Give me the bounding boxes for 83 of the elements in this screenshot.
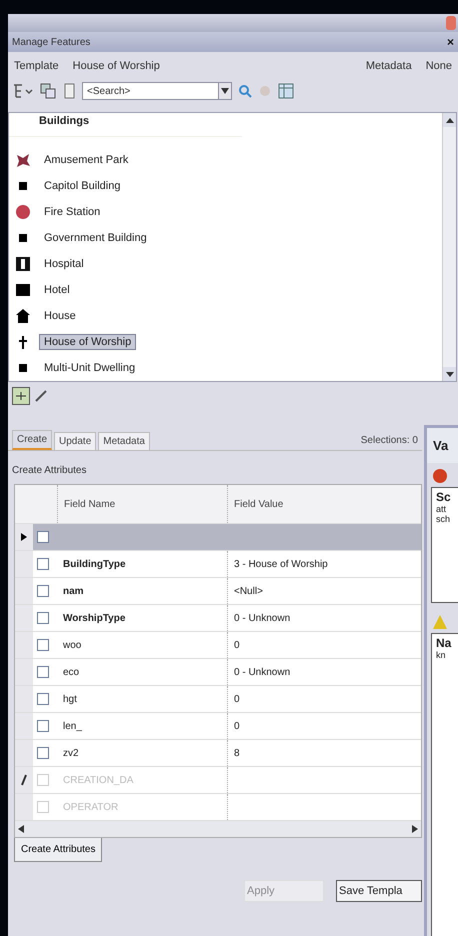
checkbox[interactable] [37, 693, 49, 705]
feature-item[interactable]: Capitol Building [39, 178, 126, 194]
pencil-icon [20, 774, 28, 786]
error-icon [433, 469, 447, 483]
checkbox[interactable] [37, 585, 49, 597]
feature-item[interactable]: Fire Station [39, 204, 106, 220]
scroll-right-icon[interactable] [412, 825, 418, 833]
checkbox[interactable] [37, 531, 49, 543]
dropdown-button[interactable] [218, 82, 232, 100]
house-icon [15, 308, 31, 324]
save-button[interactable]: Save Templa [336, 880, 422, 902]
field-name: WorshipType [62, 612, 126, 624]
checkbox[interactable] [37, 612, 49, 624]
horizontal-scrollbar[interactable] [15, 821, 421, 837]
field-value[interactable]: 3 - House of Worship [227, 551, 421, 577]
field-value[interactable]: 0 - Unknown [227, 659, 421, 685]
field-name: CREATION_DA [62, 774, 134, 786]
section-title: Create Attributes [11, 464, 88, 478]
field-name: zv2 [62, 748, 80, 758]
template-value: House of Worship [72, 60, 160, 72]
checkbox[interactable] [37, 720, 49, 732]
caret-icon [221, 88, 229, 94]
create-attributes-tab[interactable]: Create Attributes [14, 838, 102, 862]
table-icon[interactable] [278, 83, 294, 99]
selections-count: Selections: 0 [360, 435, 418, 448]
feature-item[interactable]: Hotel [39, 282, 75, 298]
document-icon[interactable] [62, 83, 76, 99]
fire-station-icon [15, 204, 31, 220]
checkbox[interactable] [37, 639, 49, 651]
field-name: OPERATOR [62, 802, 120, 812]
message-text: Na [436, 636, 452, 650]
scroll-down-icon[interactable] [446, 372, 454, 376]
column-header: Field Value [227, 485, 421, 523]
tab[interactable]: Metadata [98, 432, 150, 450]
scroll-left-icon[interactable] [18, 825, 24, 833]
current-row-icon [21, 533, 27, 541]
feature-item[interactable]: Hospital [39, 256, 89, 272]
field-name: BuildingType [62, 558, 127, 570]
close-button[interactable]: × [446, 35, 454, 49]
checkbox[interactable] [37, 666, 49, 678]
hotel-icon [15, 282, 31, 298]
metadata-value: None [426, 60, 452, 72]
field-name: len_ [62, 720, 83, 732]
feature-item[interactable]: House [39, 308, 81, 324]
message-text: sch [436, 514, 452, 524]
field-value[interactable]: 0 [227, 713, 421, 739]
field-value[interactable]: 0 - Unknown [227, 605, 421, 631]
message-text: att [436, 504, 448, 514]
field-value[interactable]: 8 [227, 740, 421, 766]
field-value[interactable]: 0 [227, 686, 421, 712]
tab[interactable]: Create [12, 430, 52, 450]
feature-item[interactable]: House of Worship [39, 334, 136, 350]
dialog-title: Va [427, 428, 458, 463]
checkbox[interactable] [37, 747, 49, 759]
warning-icon [433, 615, 447, 629]
field-name: nam [62, 586, 85, 596]
layers-icon[interactable] [40, 83, 56, 99]
grid-icon[interactable] [12, 387, 30, 405]
field-value[interactable]: 0 [227, 632, 421, 658]
field-name: eco [62, 666, 80, 678]
checkbox[interactable] [37, 558, 49, 570]
feature-item[interactable]: Multi-Unit Dwelling [39, 360, 140, 376]
pencil-icon[interactable] [34, 389, 48, 403]
template-label: Template [14, 60, 59, 72]
metadata-label: Metadata [366, 60, 412, 72]
search-field[interactable]: <Search> [82, 82, 218, 100]
scrollbar[interactable] [442, 113, 456, 381]
tab[interactable]: Update [54, 432, 96, 450]
scroll-up-icon[interactable] [446, 118, 454, 122]
search-icon[interactable] [238, 83, 252, 99]
window-title: Manage Features [12, 36, 90, 48]
field-value[interactable]: <Null> [227, 578, 421, 604]
message-text: kn [436, 650, 447, 660]
row-selector[interactable] [15, 524, 33, 550]
hospital-icon [15, 256, 31, 272]
field-name: hgt [62, 694, 78, 704]
feature-item[interactable]: Government Building [39, 230, 152, 246]
group-header: Buildings [9, 113, 242, 138]
column-header: Field Name [57, 485, 227, 523]
feature-item[interactable]: Amusement Park [39, 152, 134, 168]
amusement-icon [15, 152, 31, 168]
field-name: woo [62, 640, 82, 650]
message-text: Sc [436, 490, 452, 504]
